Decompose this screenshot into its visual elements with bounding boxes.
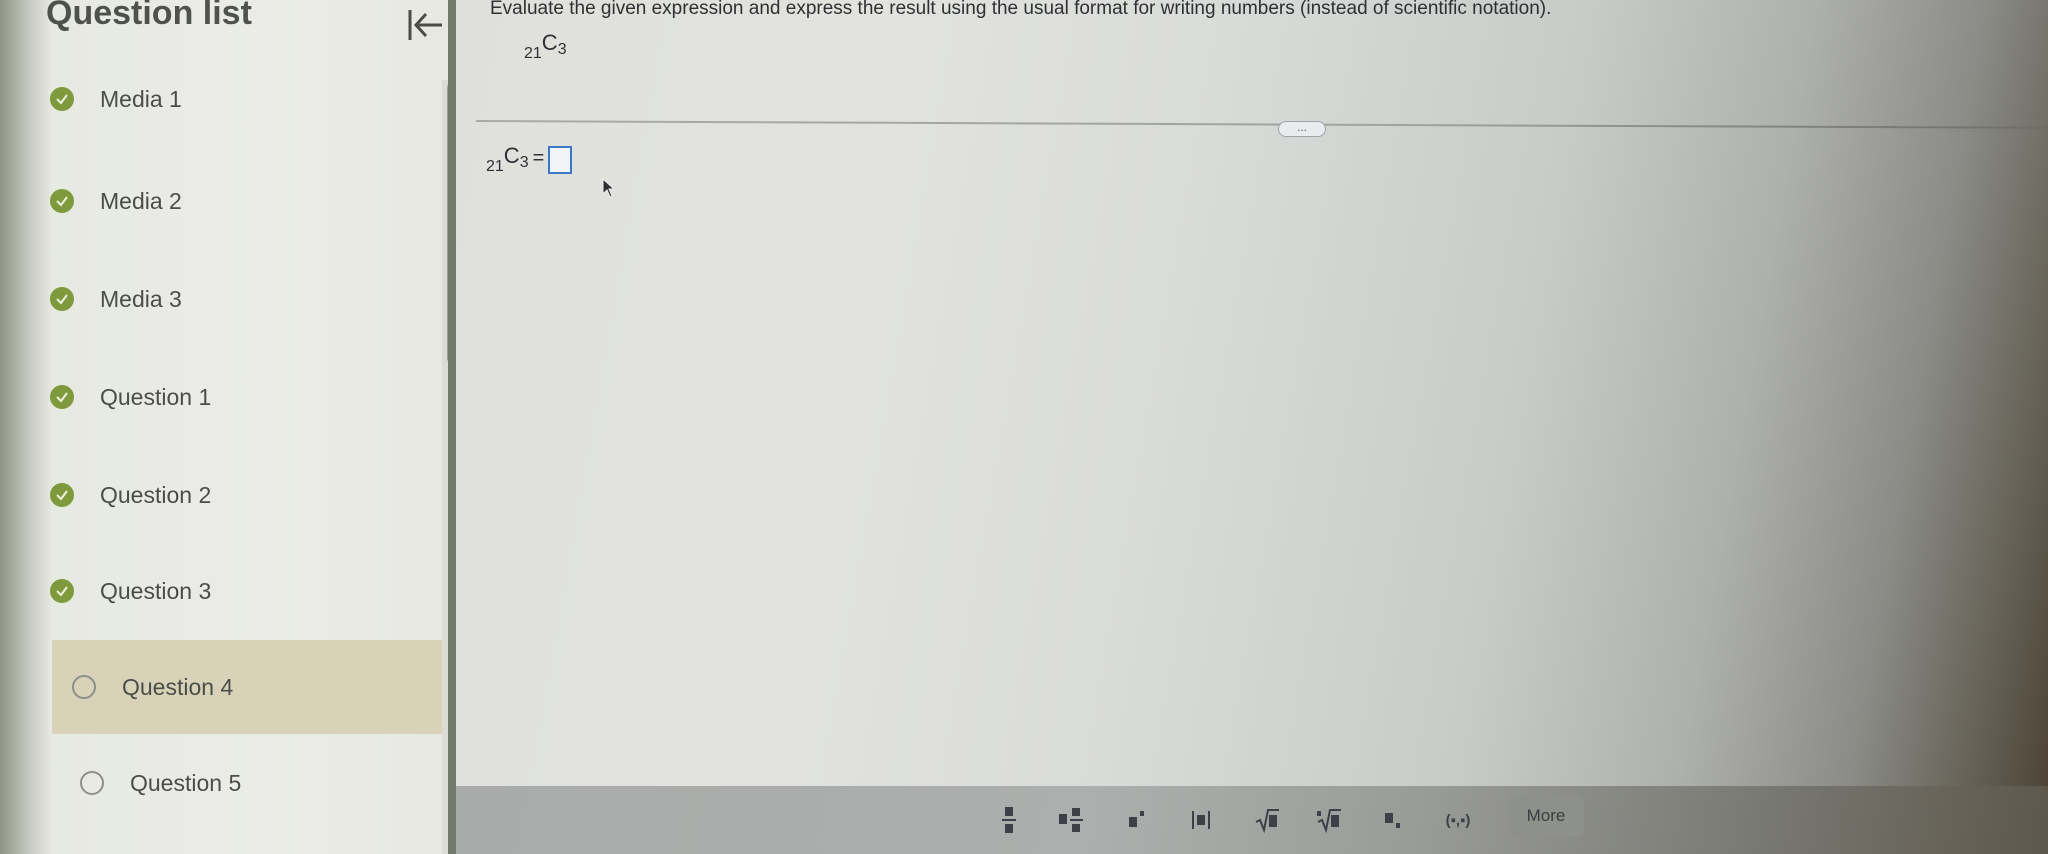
exponent-icon: [1129, 811, 1144, 827]
math-toolbar: (▪,▪) More: [456, 786, 2048, 854]
absolute-value-button[interactable]: [1186, 798, 1216, 842]
question-item-label: Question 4: [122, 673, 234, 700]
answer-input[interactable]: [548, 146, 573, 174]
check-icon: [50, 189, 74, 213]
fraction-icon: [1002, 807, 1016, 833]
question-instructions: Evaluate the given expression and expres…: [490, 0, 1552, 19]
question-item-question-3[interactable]: Question 3: [50, 546, 448, 636]
question-item-label: Media 3: [100, 285, 182, 312]
sidebar-shadow: [0, 0, 52, 854]
empty-circle-icon: [80, 771, 104, 795]
collapse-left-icon: [408, 10, 442, 40]
empty-circle-icon: [72, 675, 96, 699]
check-icon: [50, 287, 74, 311]
sidebar-title: Question list: [46, 0, 252, 32]
question-item-question-2[interactable]: Question 2: [50, 450, 448, 540]
question-item-media-2[interactable]: Media 2: [50, 156, 448, 246]
question-item-label: Question 5: [130, 769, 242, 796]
subscript-icon: [1385, 813, 1400, 828]
question-item-question-4[interactable]: Question 4: [52, 640, 448, 734]
question-item-label: Question 2: [100, 481, 212, 508]
check-icon: [50, 483, 74, 507]
mouse-pointer-icon: [602, 178, 616, 198]
question-item-question-5[interactable]: Question 5: [50, 738, 448, 828]
answer-n: 21: [486, 158, 504, 175]
question-item-media-1[interactable]: Media 1: [50, 54, 448, 144]
expand-dots-button[interactable]: ...: [1278, 121, 1326, 137]
answer-r: 3: [519, 154, 529, 171]
answer-c: C: [503, 143, 520, 168]
square-root-button[interactable]: [1252, 798, 1282, 842]
ordered-pair-button[interactable]: (▪,▪): [1438, 798, 1478, 842]
question-item-label: Question 3: [100, 577, 212, 604]
nth-root-button[interactable]: [1314, 798, 1344, 842]
answer-row: 21C3 =: [486, 143, 573, 178]
question-item-media-3[interactable]: Media 3: [50, 254, 448, 344]
ordered-pair-icon: (▪,▪): [1445, 811, 1471, 829]
exponent-button[interactable]: [1122, 798, 1152, 842]
combination-expression: 21C3: [524, 30, 567, 64]
expression-r: 3: [557, 41, 567, 58]
expression-n: 21: [524, 45, 542, 62]
question-item-label: Media 1: [100, 85, 182, 112]
check-icon: [50, 385, 74, 409]
mixed-number-icon: [1059, 808, 1083, 832]
question-item-label: Question 1: [100, 383, 212, 410]
expression-c: C: [541, 30, 558, 55]
question-panel: Evaluate the given expression and expres…: [456, 0, 2048, 854]
mixed-number-button[interactable]: [1056, 798, 1086, 842]
square-root-icon: [1255, 809, 1279, 834]
section-divider: [475, 120, 2048, 129]
check-icon: [50, 579, 74, 603]
more-button[interactable]: More: [1508, 796, 1584, 836]
sidebar-scrollbar-thumb[interactable]: [447, 82, 448, 364]
answer-expression: 21C3: [486, 143, 529, 177]
question-list-sidebar: Question list Media 1 Media 2 Media 3 Qu…: [0, 0, 448, 854]
question-item-question-1[interactable]: Question 1: [50, 352, 448, 442]
nth-root-icon: [1317, 809, 1341, 834]
equals-sign: =: [532, 146, 545, 169]
subscript-button[interactable]: [1378, 798, 1408, 842]
check-icon: [50, 87, 74, 111]
collapse-sidebar-button[interactable]: [404, 4, 448, 44]
question-item-label: Media 2: [100, 187, 182, 214]
absolute-value-icon: [1192, 811, 1210, 829]
fraction-button[interactable]: [994, 798, 1024, 842]
